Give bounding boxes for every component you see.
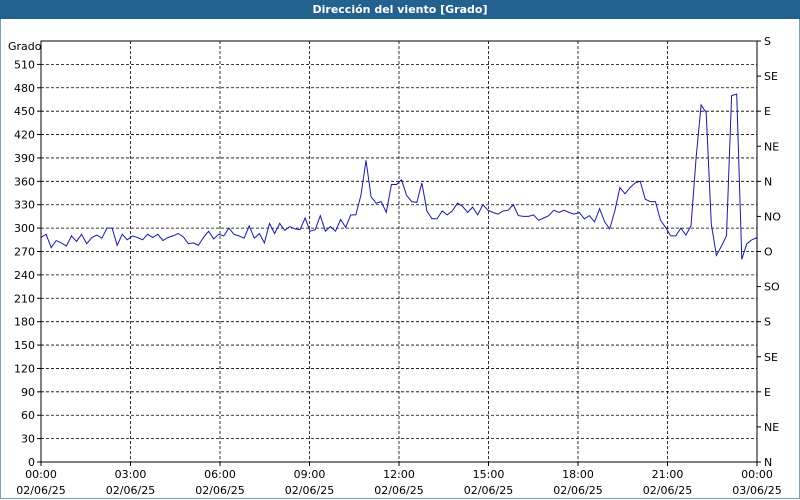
x-tick-time: 00:00 (741, 468, 773, 481)
y-tick-label: 360 (14, 175, 35, 188)
x-tick-time: 09:00 (294, 468, 326, 481)
x-tick-date: 03/06/25 (732, 484, 781, 497)
y-tick-label: 30 (21, 433, 35, 446)
y-tick-label: 90 (21, 386, 35, 399)
x-tick-time: 18:00 (562, 468, 594, 481)
y-tick-label: 60 (21, 409, 35, 422)
y-axis-label: Grado (8, 40, 42, 53)
direction-label: S (764, 35, 771, 48)
y-tick-label: 120 (14, 362, 35, 375)
x-tick-time: 15:00 (473, 468, 505, 481)
wind-direction-chart: 0306090120150180210240270300330360390420… (8, 35, 782, 497)
y-tick-label: 420 (14, 129, 35, 142)
y-tick-label: 300 (14, 222, 35, 235)
x-tick-date: 02/06/25 (285, 484, 334, 497)
y-tick-label: 330 (14, 199, 35, 212)
x-tick-date: 02/06/25 (464, 484, 513, 497)
y-tick-label: 480 (14, 82, 35, 95)
x-tick-time: 03:00 (115, 468, 147, 481)
x-tick-time: 00:00 (25, 468, 57, 481)
x-tick-time: 21:00 (652, 468, 684, 481)
x-tick-date: 02/06/25 (16, 484, 65, 497)
x-tick-date: 02/06/25 (643, 484, 692, 497)
x-tick-date: 02/06/25 (106, 484, 155, 497)
direction-label: E (764, 105, 771, 118)
direction-label: N (764, 175, 772, 188)
x-tick-date: 02/06/25 (553, 484, 602, 497)
x-tick-date: 02/06/25 (374, 484, 423, 497)
direction-label: E (764, 386, 771, 399)
x-tick-date: 02/06/25 (195, 484, 244, 497)
y-tick-label: 270 (14, 246, 35, 259)
direction-label: NE (764, 140, 779, 153)
direction-label: SO (764, 281, 780, 294)
y-tick-label: 240 (14, 269, 35, 282)
direction-label: O (764, 246, 773, 259)
x-tick-time: 12:00 (383, 468, 415, 481)
y-tick-label: 450 (14, 105, 35, 118)
direction-label: S (764, 316, 771, 329)
direction-label: NE (764, 421, 779, 434)
y-tick-label: 180 (14, 316, 35, 329)
x-tick-time: 06:00 (204, 468, 236, 481)
y-tick-label: 150 (14, 339, 35, 352)
y-tick-label: 390 (14, 152, 35, 165)
y-tick-label: 510 (14, 58, 35, 71)
direction-label: SE (764, 351, 778, 364)
direction-label: NO (764, 210, 781, 223)
y-tick-label: 210 (14, 292, 35, 305)
direction-label: SE (764, 70, 778, 83)
